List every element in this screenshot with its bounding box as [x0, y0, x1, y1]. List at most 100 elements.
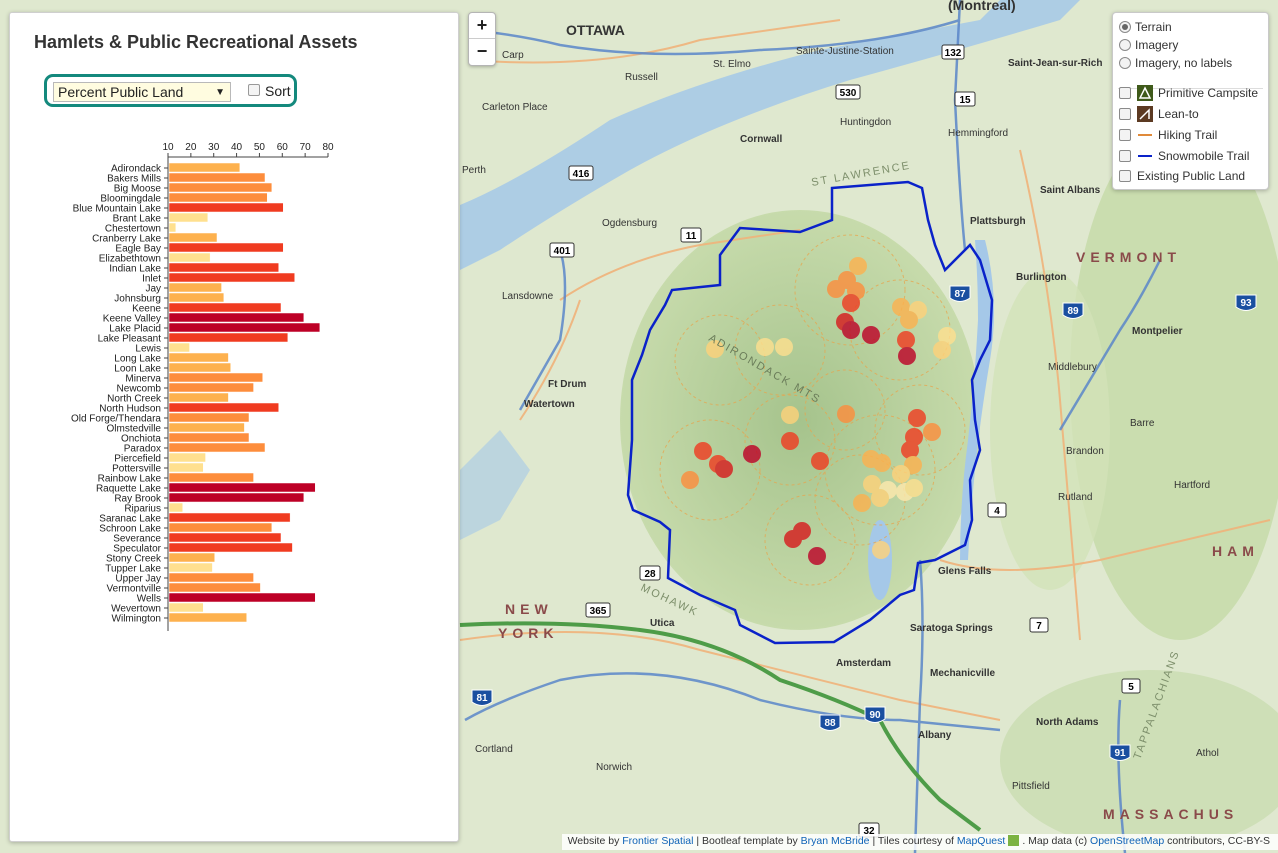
sort-checkbox[interactable]	[248, 84, 260, 96]
checkbox[interactable]	[1119, 129, 1131, 141]
map-label: Plattsburgh	[970, 216, 1026, 227]
bar	[168, 602, 204, 613]
sort-label[interactable]: Sort	[265, 83, 291, 99]
bar	[168, 292, 225, 303]
basemap-imagery[interactable]: Imagery	[1119, 36, 1178, 54]
dropdown-arrow-icon: ▼	[215, 87, 225, 98]
overlay-snowmobile-trail[interactable]: Snowmobile Trail	[1119, 147, 1249, 165]
bar	[168, 262, 279, 273]
attribution-text: | Tiles courtesy of	[869, 835, 957, 847]
attribution-link-frontier-spatial[interactable]: Frontier Spatial	[622, 835, 693, 847]
radio-button[interactable]	[1119, 57, 1131, 69]
bar	[168, 462, 204, 473]
map-label: Hemmingford	[948, 128, 1008, 139]
overlay-label: Hiking Trail	[1158, 128, 1218, 142]
map-label: Middlebury	[1048, 362, 1097, 373]
bar	[168, 522, 273, 533]
bar	[168, 472, 254, 483]
route-shield: 4	[994, 506, 1000, 517]
route-shield: 88	[824, 718, 836, 729]
route-shield: 93	[1240, 298, 1252, 309]
bar	[168, 502, 183, 513]
map-label: VERMONT	[1076, 249, 1181, 265]
overlay-lean-to[interactable]: Lean-to	[1119, 105, 1199, 123]
map-label: Carp	[502, 50, 524, 61]
map-label: HAM	[1212, 543, 1259, 559]
map-label: Saratoga Springs	[910, 623, 993, 634]
map-label: Norwich	[596, 762, 632, 773]
overlay-hiking-trail[interactable]: Hiking Trail	[1119, 126, 1217, 144]
campsite-icon	[1137, 85, 1153, 101]
checkbox[interactable]	[1119, 170, 1131, 182]
attribution-text: Website by	[567, 835, 623, 847]
map-label: Saint-Jean-sur-Rich	[1008, 58, 1102, 69]
zoom-in-button[interactable]: +	[469, 13, 495, 39]
route-shield: 416	[573, 169, 590, 180]
bar	[168, 232, 218, 243]
basemap-imagery-no-labels[interactable]: Imagery, no labels	[1119, 54, 1232, 72]
map-label: Saint Albans	[1040, 185, 1101, 196]
map-label: Perth	[462, 165, 486, 176]
x-tick-label: 50	[254, 142, 266, 153]
route-shield: 81	[476, 693, 488, 704]
bar	[168, 482, 316, 493]
mapquest-logo-icon	[1008, 835, 1020, 846]
chart-controls: Percent Public Land ▼ Sort	[44, 74, 297, 107]
x-tick-label: 30	[208, 142, 220, 153]
snowmobile-trail-icon	[1138, 155, 1152, 157]
bar	[168, 242, 284, 253]
map-attribution: Website by Frontier Spatial | Bootleaf t…	[561, 834, 1278, 850]
map-label: OTTAWA	[566, 22, 625, 38]
checkbox[interactable]	[1119, 87, 1131, 99]
map-label: Albany	[918, 730, 952, 741]
bar	[168, 542, 293, 553]
bar	[168, 492, 305, 503]
radio-button[interactable]	[1119, 21, 1131, 33]
attribution-link-openstreetmap[interactable]: OpenStreetMap	[1090, 835, 1164, 847]
basemap-label: Imagery, no labels	[1135, 56, 1233, 70]
x-tick-label: 20	[185, 142, 197, 153]
bar	[168, 302, 282, 313]
map-label: Burlington	[1016, 272, 1067, 283]
map-label: Brandon	[1066, 446, 1104, 457]
map-label: Athol	[1196, 748, 1219, 759]
attribution-link-bryan-mcbride[interactable]: Bryan McBride	[801, 835, 870, 847]
metric-select[interactable]: Percent Public Land ▼	[53, 82, 231, 102]
bar	[168, 162, 241, 173]
bar	[168, 322, 321, 333]
overlay-label: Existing Public Land	[1137, 169, 1246, 183]
bar	[168, 432, 250, 443]
map-label: Rutland	[1058, 492, 1092, 503]
layer-control: Terrain Imagery Imagery, no labels Primi…	[1112, 12, 1269, 190]
x-tick-label: 80	[322, 142, 334, 153]
route-shield: 15	[959, 95, 971, 106]
checkbox[interactable]	[1119, 150, 1131, 162]
map-label: Ogdensburg	[602, 218, 657, 229]
map-label: Cornwall	[740, 134, 782, 145]
zoom-out-button[interactable]: −	[469, 39, 495, 65]
attribution-text: . Map data (c)	[1022, 835, 1091, 847]
panel-title: Hamlets & Public Recreational Assets	[34, 32, 358, 52]
bar	[168, 572, 254, 583]
bar	[168, 202, 284, 213]
checkbox[interactable]	[1119, 108, 1131, 120]
overlay-existing-public-land[interactable]: Existing Public Land	[1119, 167, 1245, 185]
map-label: Carleton Place	[482, 102, 548, 113]
bar	[168, 192, 268, 203]
bar	[168, 512, 291, 523]
zoom-control: + −	[468, 12, 496, 66]
basemap-terrain[interactable]: Terrain	[1119, 18, 1172, 36]
route-shield: 7	[1036, 621, 1042, 632]
lake-george	[868, 520, 892, 600]
map-label: (Montreal)	[948, 0, 1016, 13]
route-shield: 89	[1067, 306, 1079, 317]
overlay-primitive-campsite[interactable]: Primitive Campsite	[1119, 84, 1258, 102]
route-shield: 132	[945, 48, 962, 59]
radio-button[interactable]	[1119, 39, 1131, 51]
map-label: Hartford	[1174, 480, 1210, 491]
hiking-trail-icon	[1138, 134, 1152, 136]
attribution-link-mapquest[interactable]: MapQuest	[957, 835, 1005, 847]
map-label: North Adams	[1036, 717, 1099, 728]
overlay-label: Primitive Campsite	[1158, 86, 1259, 100]
bar	[168, 372, 263, 383]
